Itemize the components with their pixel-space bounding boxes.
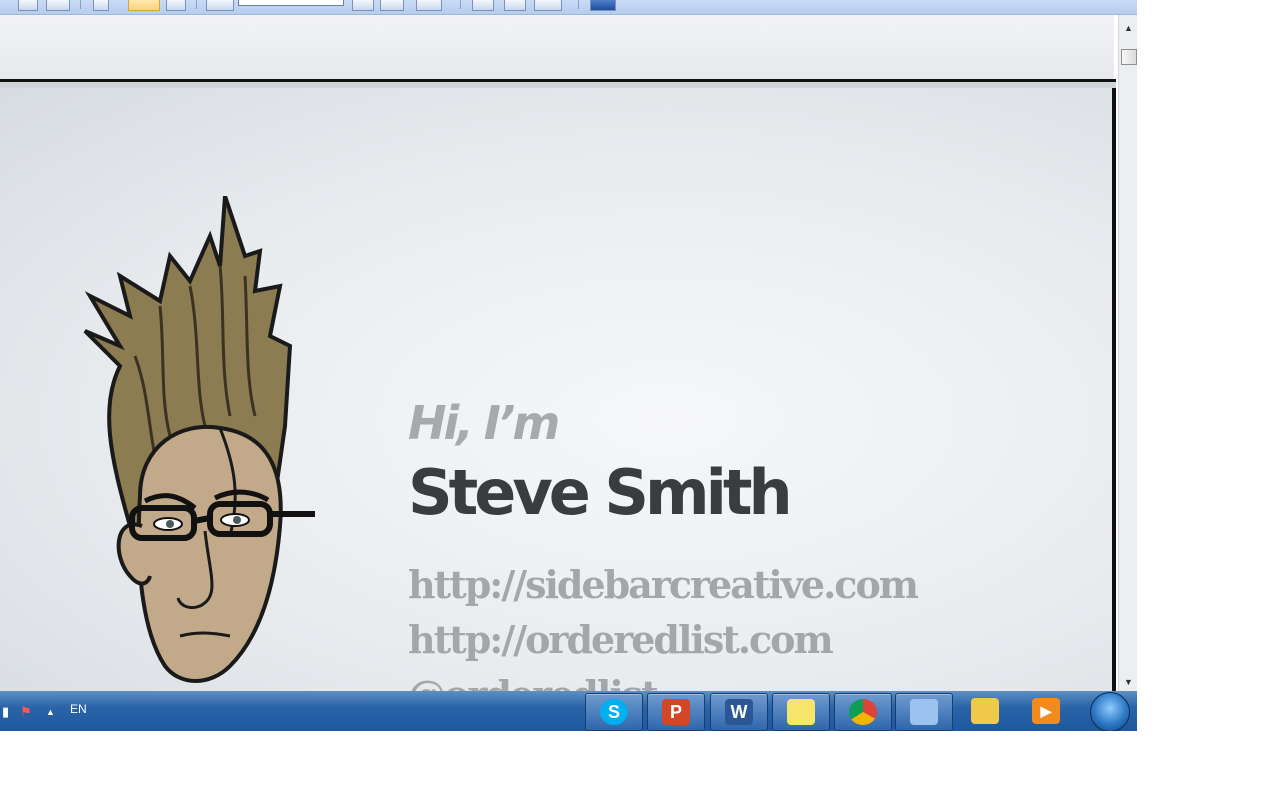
toolbar-button-next[interactable] — [380, 0, 404, 11]
taskbar-app-word[interactable]: W — [710, 693, 768, 731]
toolbar-button-highlight[interactable] — [416, 0, 442, 11]
toolbar-button-binoculars[interactable] — [206, 0, 234, 11]
slide-link-sidebarcreative: http://sidebarcreative.com — [408, 562, 919, 607]
toolbar-button-doc[interactable] — [93, 0, 109, 11]
taskbar-app-powerpoint[interactable]: P — [647, 693, 705, 731]
slide-link-orderedlist: http://orderedlist.com — [408, 617, 834, 662]
scroll-down-arrow-icon[interactable]: ▼ — [1121, 675, 1136, 689]
toolbar-button-preview[interactable] — [46, 0, 70, 11]
toolbar-separator — [578, 0, 579, 9]
caricature-illustration — [83, 196, 315, 683]
toolbar-button-active[interactable] — [128, 0, 160, 11]
vertical-scrollbar[interactable]: ▲ ▼ — [1118, 15, 1137, 691]
chrome-icon — [849, 699, 877, 725]
start-button-windows-icon[interactable] — [1090, 692, 1130, 731]
slide-name: Steve Smith — [408, 456, 793, 529]
toolbar-separator — [80, 0, 81, 9]
toolbar-button-print[interactable] — [18, 0, 38, 11]
taskbar-app-skype[interactable]: S — [585, 693, 643, 731]
taskbar-app-paint[interactable] — [895, 693, 953, 731]
word-icon: W — [725, 699, 753, 725]
skype-icon: S — [600, 699, 628, 725]
taskbar-app-chrome[interactable] — [834, 693, 892, 731]
tray-network-icon[interactable]: ▮ — [2, 704, 9, 720]
toolbar — [0, 0, 1137, 15]
toolbar-separator — [196, 0, 197, 9]
scroll-up-arrow-icon[interactable]: ▲ — [1121, 21, 1136, 35]
slide-greeting: Hi, I’m — [408, 396, 560, 450]
sticky-notes-icon — [787, 699, 815, 725]
slide-border — [1112, 88, 1116, 691]
toolbar-search-input[interactable] — [238, 0, 344, 6]
toolbar-separator — [460, 0, 461, 9]
screen: Hi, I’m Steve Smith http://sidebarcreati… — [0, 0, 1137, 731]
notes-pane — [0, 15, 1114, 79]
taskbar-app-media-player[interactable]: ▶ — [1018, 693, 1074, 729]
folder-icon — [971, 698, 999, 724]
toolbar-button-zoom[interactable] — [472, 0, 494, 11]
taskbar: ▮ ⚑ ▲ EN S P W ▶ — [0, 691, 1137, 731]
scroll-thumb[interactable] — [1121, 49, 1137, 65]
paint-icon — [910, 699, 938, 725]
toolbar-button-window[interactable] — [534, 0, 562, 11]
toolbar-button-refresh[interactable] — [590, 0, 616, 11]
media-player-icon: ▶ — [1032, 698, 1060, 724]
language-indicator[interactable]: EN — [70, 702, 87, 716]
toolbar-button-prev[interactable] — [352, 0, 374, 11]
powerpoint-icon: P — [662, 699, 690, 725]
toolbar-button-text[interactable] — [166, 0, 186, 11]
slide-link-twitter: @orderedlist — [408, 672, 659, 691]
slide: Hi, I’m Steve Smith http://sidebarcreati… — [0, 88, 1112, 691]
toolbar-button-fit[interactable] — [504, 0, 526, 11]
tray-expand-arrow-icon[interactable]: ▲ — [46, 707, 55, 717]
tray-flag-icon[interactable]: ⚑ — [20, 704, 32, 720]
taskbar-app-sticky-notes[interactable] — [772, 693, 830, 731]
taskbar-app-file-explorer[interactable] — [957, 693, 1013, 729]
